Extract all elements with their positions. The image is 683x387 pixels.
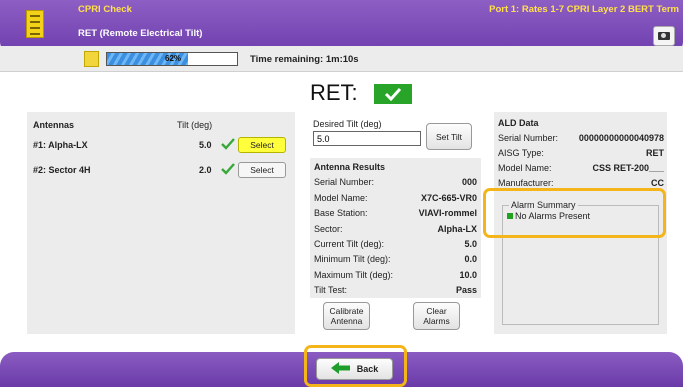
check-icon (221, 162, 235, 178)
result-key: Sector: (314, 224, 343, 234)
ret-pass-check-icon (374, 84, 412, 104)
calibrate-antenna-button[interactable]: Calibrate Antenna (323, 302, 370, 330)
status-bar: 62% Time remaining: 1m:10s (0, 46, 683, 72)
antenna-tilt: 5.0 (199, 140, 212, 150)
ald-value: CC (651, 178, 664, 188)
arrow-left-icon (330, 362, 351, 376)
tilt-heading: Tilt (deg) (177, 120, 213, 130)
result-value: 0.0 (464, 254, 477, 264)
check-icon (221, 137, 235, 153)
result-value: X7C-665-VR0 (420, 193, 477, 203)
antenna-results-panel: Antenna Results Serial Number: 000 Model … (310, 158, 481, 298)
ald-key: AISG Type: (498, 148, 544, 158)
time-remaining: Time remaining: 1m:10s (250, 54, 359, 65)
ald-row: Model Name: CSS RET-200___ (498, 163, 664, 175)
result-value: Pass (455, 285, 477, 295)
set-tilt-button[interactable]: Set Tilt (426, 123, 472, 150)
port-info: Port 1: Rates 1-7 CPRI Layer 2 BERT Term (489, 4, 679, 15)
progress-text: 62% (165, 54, 182, 63)
ald-row: Serial Number: 00000000000040978 (498, 133, 664, 145)
result-value: 000 (461, 177, 477, 187)
antenna-name: #1: Alpha-LX (33, 140, 88, 150)
result-row: Sector: Alpha-LX (314, 224, 477, 236)
ald-value: CSS RET-200___ (592, 163, 664, 173)
result-value: 10.0 (459, 270, 477, 280)
result-key: Base Station: (314, 208, 368, 218)
app-icon[interactable] (26, 10, 44, 38)
result-row: Base Station: VIAVI-rommel (314, 208, 477, 220)
back-label: Back (356, 364, 379, 374)
ald-row: AISG Type: RET (498, 148, 664, 160)
camera-icon[interactable] (653, 26, 675, 46)
result-row: Maximum Tilt (deg): 10.0 (314, 270, 477, 282)
app-header: CPRI Check RET (Remote Electrical Tilt) … (0, 0, 683, 52)
result-key: Current Tilt (deg): (314, 239, 385, 249)
result-value: 5.0 (464, 239, 477, 249)
antenna-row-1: #1: Alpha-LX 5.0 Select (33, 137, 289, 153)
result-key: Serial Number: (314, 177, 375, 187)
result-value: VIAVI-rommel (418, 208, 477, 218)
ald-key: Manufacturer: (498, 178, 554, 188)
alarm-highlight-callout (483, 188, 666, 238)
result-value: Alpha-LX (437, 224, 478, 234)
antenna-name: #2: Sector 4H (33, 165, 91, 175)
desired-tilt-label: Desired Tilt (deg) (313, 119, 382, 129)
clear-alarms-button[interactable]: Clear Alarms (413, 302, 460, 330)
progress-bar: 62% (106, 52, 238, 66)
antennas-heading: Antennas (33, 120, 75, 130)
ret-label: RET: (310, 80, 358, 105)
result-key: Model Name: (314, 193, 368, 203)
result-key: Tilt Test: (314, 285, 348, 295)
ald-value: 00000000000040978 (578, 133, 664, 143)
results-title: Antenna Results (314, 162, 386, 172)
ald-key: Serial Number: (498, 133, 559, 143)
desired-tilt-input[interactable] (313, 131, 421, 146)
back-button[interactable]: Back (316, 358, 393, 380)
select-button[interactable]: Select (238, 162, 286, 178)
antenna-row-2: #2: Sector 4H 2.0 Select (33, 162, 289, 178)
result-row: Serial Number: 000 (314, 177, 477, 189)
status-flag-icon (84, 51, 99, 67)
page-subtitle: RET (Remote Electrical Tilt) (78, 28, 203, 39)
select-button[interactable]: Select (238, 137, 286, 153)
result-row: Tilt Test: Pass (314, 285, 477, 297)
result-key: Minimum Tilt (deg): (314, 254, 391, 264)
result-row: Current Tilt (deg): 5.0 (314, 239, 477, 251)
result-key: Maximum Tilt (deg): (314, 270, 394, 280)
result-row: Minimum Tilt (deg): 0.0 (314, 254, 477, 266)
antennas-panel: Antennas Tilt (deg) #1: Alpha-LX 5.0 Sel… (27, 112, 295, 334)
app-title: CPRI Check (78, 4, 132, 15)
antenna-tilt: 2.0 (199, 165, 212, 175)
ald-title: ALD Data (498, 118, 539, 128)
ald-key: Model Name: (498, 163, 552, 173)
result-row: Model Name: X7C-665-VR0 (314, 193, 477, 205)
ald-value: RET (646, 148, 664, 158)
